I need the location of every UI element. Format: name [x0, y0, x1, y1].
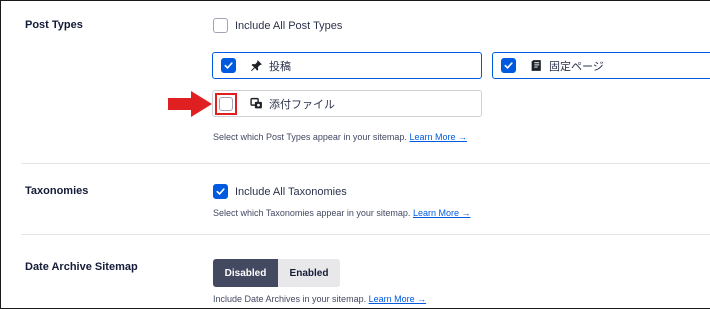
taxonomies-help: Select which Taxonomies appear in your s…: [213, 208, 470, 218]
checkbox-checked-icon[interactable]: [213, 184, 228, 199]
date-archive-help: Include Date Archives in your sitemap. L…: [213, 294, 426, 304]
post-type-pages-label: 固定ページ: [549, 60, 604, 73]
taxonomies-label: Taxonomies: [25, 185, 89, 197]
checkbox-checked-icon[interactable]: [221, 58, 236, 73]
post-type-attachments[interactable]: 添付ファイル: [212, 90, 482, 117]
post-type-attachments-label: 添付ファイル: [269, 98, 335, 111]
checkbox-unchecked-icon[interactable]: [213, 18, 228, 33]
include-all-post-types-label: Include All Post Types: [235, 19, 343, 32]
pin-icon: [250, 59, 263, 72]
disabled-option[interactable]: Disabled: [213, 259, 278, 287]
include-all-post-types-checkbox[interactable]: Include All Post Types: [213, 18, 342, 33]
divider: [21, 234, 710, 235]
post-types-learn-more-link[interactable]: Learn More →: [409, 132, 467, 142]
settings-panel: Post Types Include All Post Types 投稿 固定ペ…: [0, 0, 710, 309]
page-icon: [530, 59, 543, 72]
post-types-help-text: Select which Post Types appear in your s…: [213, 132, 407, 142]
post-types-label: Post Types: [25, 19, 83, 31]
attachments-checkbox-highlight[interactable]: [215, 93, 237, 115]
include-all-taxonomies-label: Include All Taxonomies: [235, 185, 347, 198]
post-type-posts[interactable]: 投稿: [212, 52, 482, 79]
taxonomies-learn-more-link[interactable]: Learn More →: [413, 208, 471, 218]
post-type-pages[interactable]: 固定ページ: [492, 52, 710, 79]
media-icon: [250, 97, 263, 110]
date-archive-learn-more-link[interactable]: Learn More →: [369, 294, 427, 304]
red-arrow-icon: [168, 91, 212, 117]
post-types-help: Select which Post Types appear in your s…: [213, 132, 467, 142]
taxonomies-help-text: Select which Taxonomies appear in your s…: [213, 208, 411, 218]
divider: [21, 163, 710, 164]
include-all-taxonomies-checkbox[interactable]: Include All Taxonomies: [213, 184, 347, 199]
date-archive-help-text: Include Date Archives in your sitemap.: [213, 294, 367, 304]
checkbox-checked-icon[interactable]: [501, 58, 516, 73]
post-type-posts-label: 投稿: [269, 60, 291, 73]
checkbox-unchecked-icon[interactable]: [219, 97, 233, 111]
enabled-option[interactable]: Enabled: [278, 259, 340, 287]
date-archive-toggle: Disabled Enabled: [213, 259, 340, 287]
date-archive-sitemap-label: Date Archive Sitemap: [25, 261, 138, 273]
